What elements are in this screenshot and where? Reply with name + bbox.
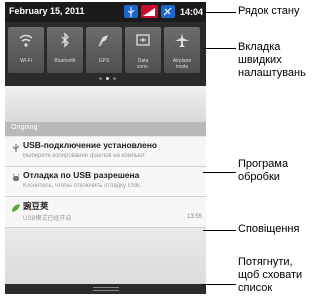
- callout-status-bar: Рядок стану: [238, 5, 300, 17]
- wifi-icon: [19, 34, 33, 47]
- status-icons: 14:04: [123, 5, 203, 18]
- phone-screen: February 15, 2011 14:04 Wi-Fi Bluetooth …: [5, 2, 206, 294]
- ongoing-label: Ongoing: [11, 124, 38, 131]
- callout-notifications: Сповіщення: [238, 223, 300, 235]
- bluetooth-icon: [61, 32, 69, 48]
- grip-icon: [93, 287, 119, 291]
- page-dot: [113, 77, 116, 80]
- signal-icon: [140, 5, 158, 18]
- notification-title: 豌豆荚: [23, 201, 49, 211]
- leaf-icon: [12, 204, 20, 212]
- status-time: 14:04: [179, 6, 203, 17]
- leader-line: [203, 230, 236, 231]
- page-dot: [99, 77, 102, 80]
- tile-label: GPS: [98, 58, 110, 64]
- leader-line: [203, 48, 236, 49]
- tile-data[interactable]: Data conn.: [125, 27, 161, 73]
- tile-label: Bluetooth: [54, 58, 76, 64]
- drag-handle[interactable]: [5, 284, 206, 294]
- notification-text: Коснитесь, чтобы отключить отладку USB.: [23, 183, 142, 189]
- page-dot-active: [106, 77, 109, 80]
- tile-gps[interactable]: GPS: [86, 27, 122, 73]
- tile-bluetooth[interactable]: Bluetooth: [47, 27, 83, 73]
- callout-drag-hide: Потягнути, щоб сховати список: [238, 256, 303, 294]
- notification-text: Выберите копирование файлов на компьют: [23, 153, 146, 159]
- notification-title: Отладка по USB разрешена: [23, 170, 140, 180]
- gps-icon: [98, 35, 108, 47]
- tile-label: Wi-Fi: [20, 58, 32, 64]
- leader-line: [203, 172, 236, 173]
- notification-list-empty-area: [5, 228, 206, 284]
- status-date: February 15, 2011: [9, 6, 85, 16]
- leader-line: [203, 284, 236, 285]
- usb-icon: [12, 144, 20, 152]
- data-icon: [136, 34, 150, 46]
- notification-usb-connected[interactable]: USB-подключение установлено Выберите коп…: [5, 137, 206, 167]
- notification-text: USB模式已经开启: [23, 216, 72, 222]
- ongoing-header: Ongoing: [5, 122, 206, 136]
- tile-label: Airplane mode: [172, 58, 192, 70]
- notification-usb-debugging[interactable]: Отладка по USB разрешена Коснитесь, чтоб…: [5, 167, 206, 197]
- airplane-icon: [175, 33, 189, 47]
- page-indicator: [99, 77, 116, 80]
- notification-title: USB-подключение установлено: [23, 140, 158, 150]
- notification-time: 13:55: [186, 214, 202, 220]
- status-bar[interactable]: February 15, 2011 14:04: [5, 2, 206, 22]
- handler-area: [5, 86, 206, 122]
- callout-handler: Програма обробки: [238, 158, 289, 183]
- tile-label: Data conn.: [136, 58, 150, 70]
- usb-icon: [123, 5, 138, 18]
- tile-wifi[interactable]: Wi-Fi: [8, 27, 44, 73]
- leader-line: [203, 12, 236, 13]
- quick-settings-tab: Wi-Fi Bluetooth GPS Data conn. Airplane …: [5, 22, 206, 86]
- callout-quick-settings: Вкладка швидких налаштувань: [238, 41, 306, 79]
- notification-app[interactable]: 豌豆荚 USB模式已经开启 13:55: [5, 197, 206, 228]
- tile-airplane[interactable]: Airplane mode: [164, 27, 200, 73]
- debug-icon: [160, 5, 175, 18]
- debug-icon: [12, 173, 20, 181]
